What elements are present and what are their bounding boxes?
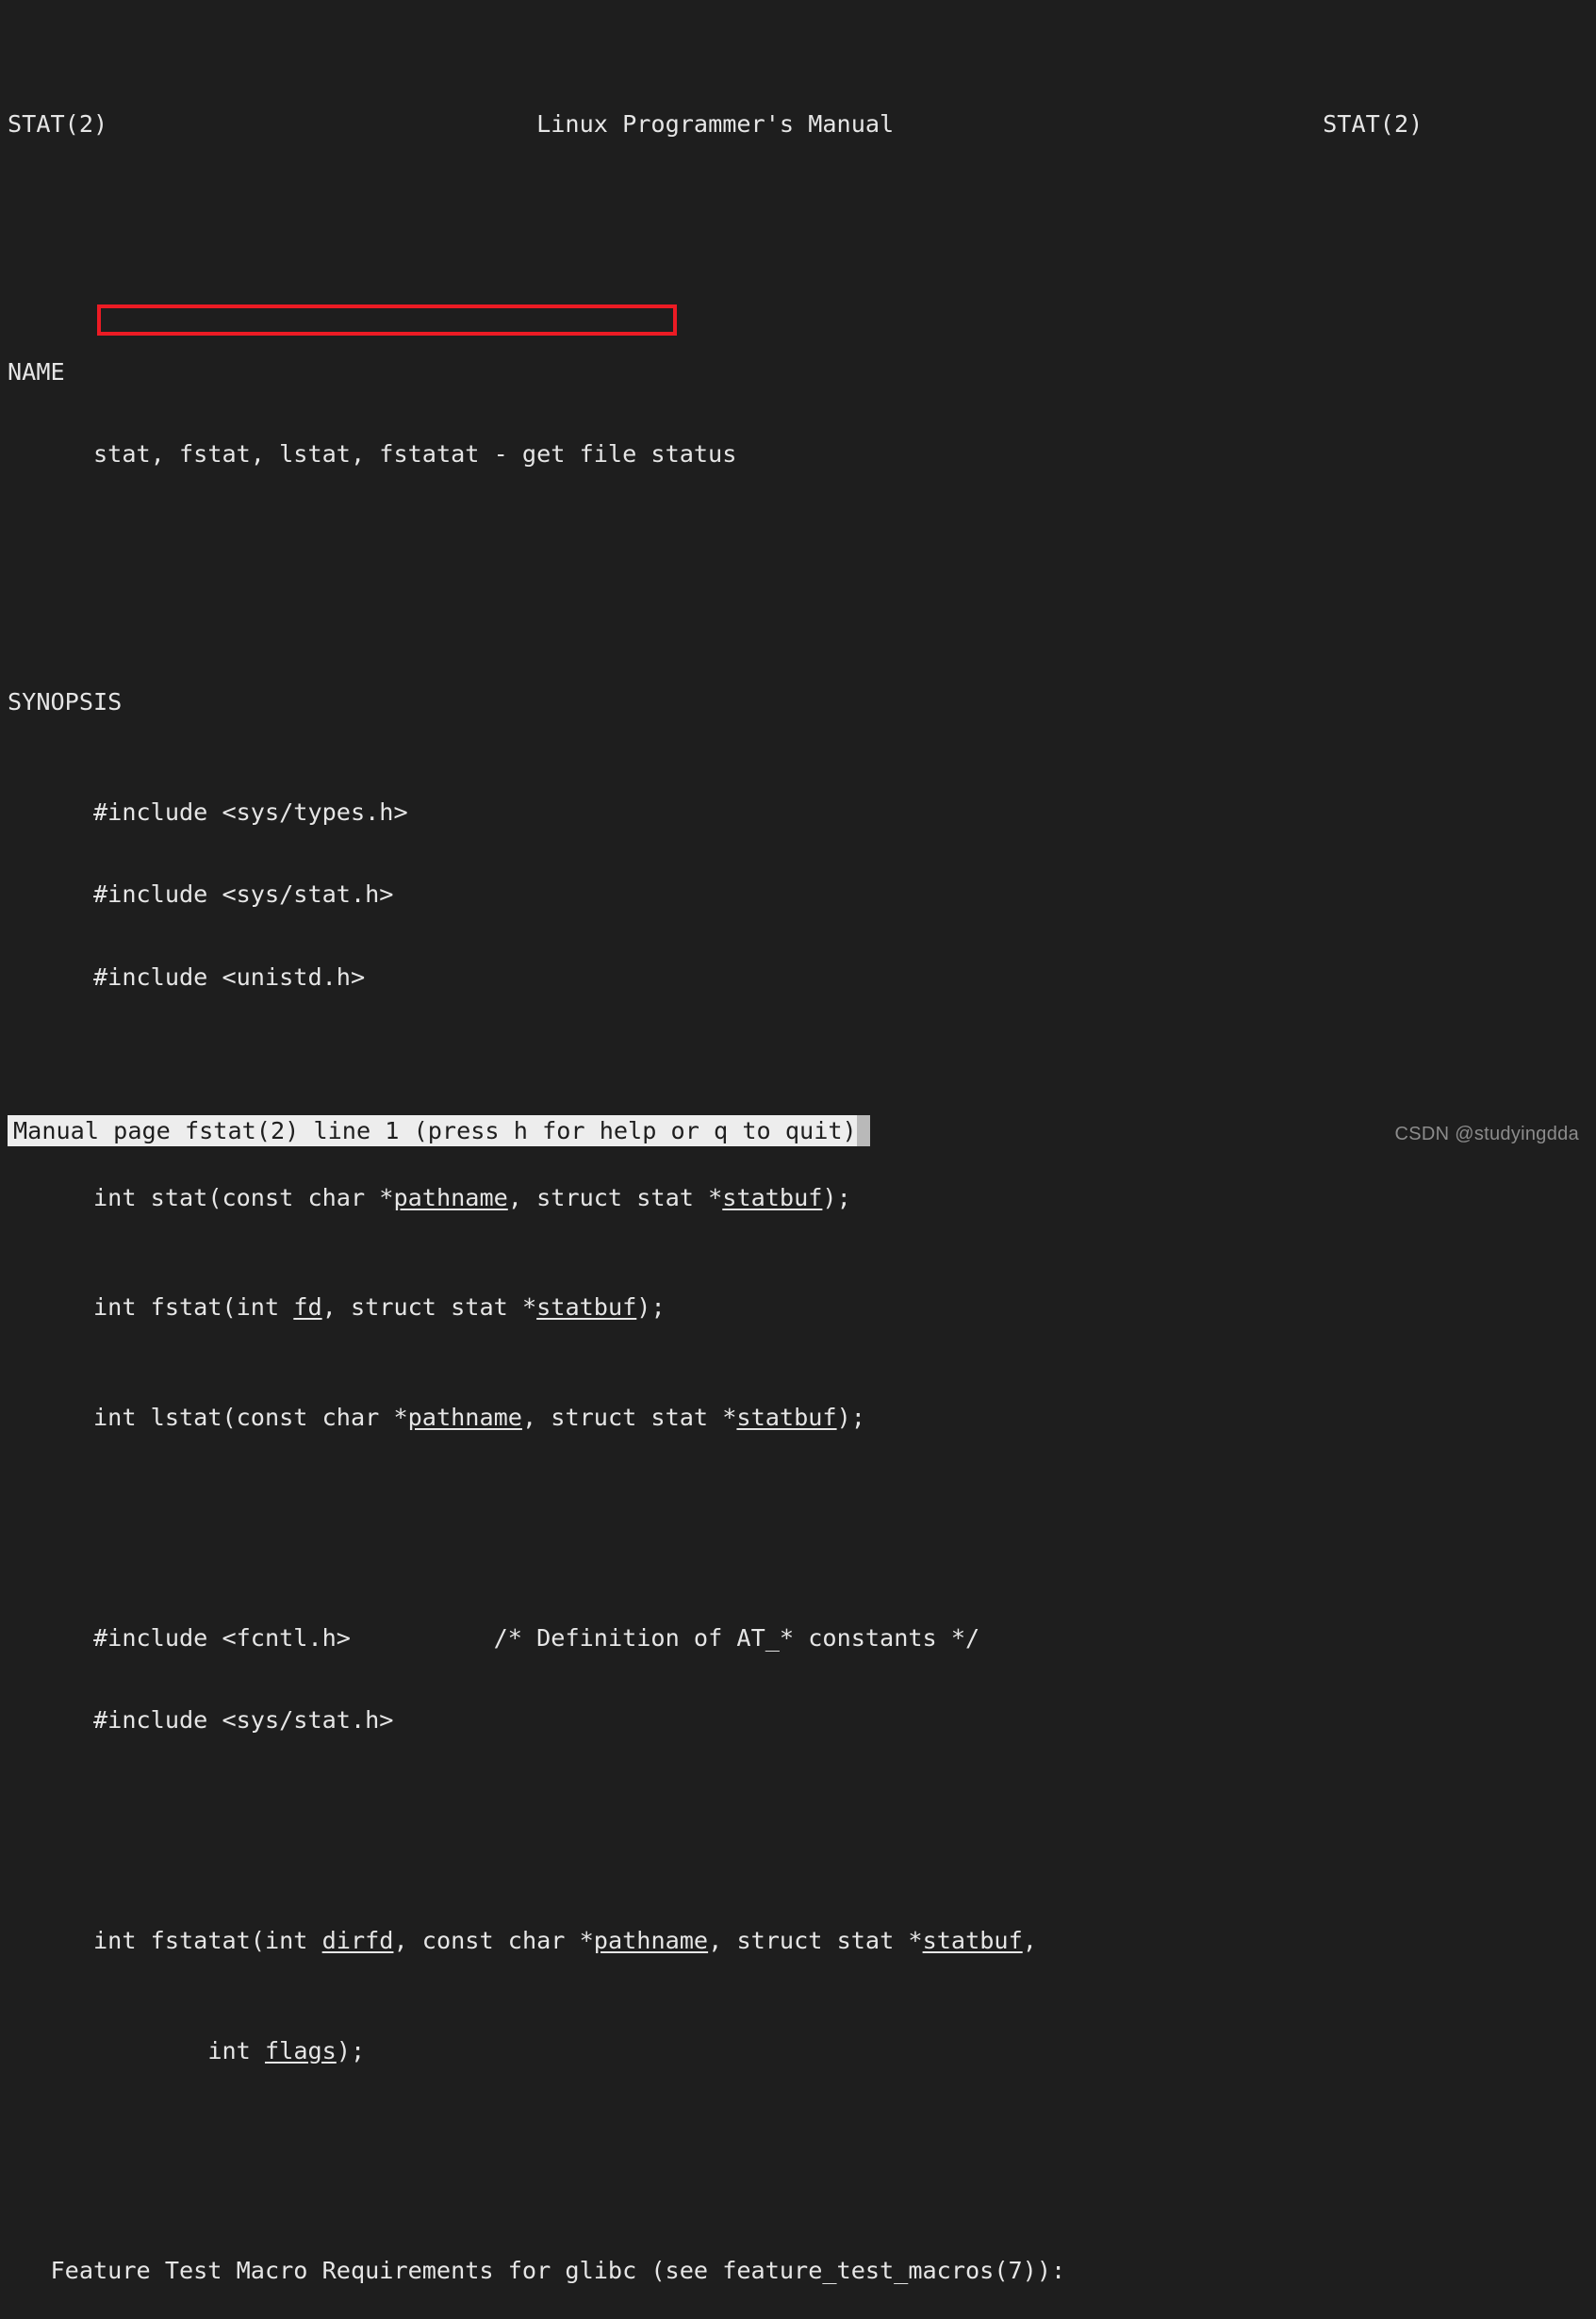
include-unistd: #include <unistd.h> (93, 962, 366, 991)
proto-stat-pre: int stat(const char * (93, 1183, 394, 1211)
proto-fstat-arg-statbuf: statbuf (536, 1293, 637, 1322)
proto-fstatat-post1: , (1022, 1926, 1037, 1954)
section-heading-synopsis: SYNOPSIS (8, 688, 123, 715)
section-heading-name: NAME (8, 357, 65, 386)
name-body: stat, fstat, lstat, fstatat - get file s… (0, 440, 1596, 468)
proto-lstat: int lstat(const char *pathname, struct s… (0, 1404, 1596, 1431)
feature-test-macro-heading-text: Feature Test Macro Requirements for glib… (50, 2257, 1066, 2285)
proto-fstatat-arg-pathname: pathname (593, 1926, 709, 1954)
synopsis-include-fcntl-row: #include <fcntl.h> /* Definition of AT_*… (0, 1624, 1596, 1652)
man-header-left: STAT(2) (8, 109, 108, 138)
synopsis-include-types: #include <sys/types.h> (0, 798, 1596, 826)
pager-status-text: Manual page fstat(2) line 1 (press h for… (13, 1117, 857, 1144)
proto-fstat-mid: , struct stat * (321, 1293, 537, 1322)
proto-stat-mid: , struct stat * (507, 1183, 723, 1211)
man-header-spacer-1 (107, 110, 536, 138)
feature-test-macro-heading: Feature Test Macro Requirements for glib… (0, 2257, 1596, 2284)
terminal-cursor (856, 1115, 870, 1146)
proto-fstatat-mid2: , struct stat * (708, 1926, 923, 1954)
proto-stat-arg-pathname: pathname (393, 1183, 508, 1211)
proto-lstat-pre: int lstat(const char * (93, 1404, 408, 1432)
synopsis-include-sysstat-row: #include <sys/stat.h> (0, 1706, 1596, 1734)
proto-fstat-post: ); (636, 1293, 666, 1322)
proto-fstatat-pre: int fstatat(int (93, 1926, 322, 1954)
proto-lstat-post: ); (836, 1404, 865, 1432)
man-header-center: Linux Programmer's Manual (536, 109, 895, 138)
proto-fstatat-mid1: , const char * (393, 1926, 594, 1954)
include-sys-types: #include <sys/types.h> (93, 798, 408, 826)
proto-fstatat-line2-pre: int (207, 2036, 265, 2064)
proto-fstat: int fstat(int fd, struct stat *statbuf); (0, 1293, 1596, 1321)
include-fcntl-comment: /* Definition of AT_* constants */ (493, 1623, 980, 1652)
proto-stat-post: ); (822, 1183, 851, 1211)
proto-fstatat-line1: int fstatat(int dirfd, const char *pathn… (0, 1927, 1596, 1954)
proto-fstatat-arg-statbuf: statbuf (922, 1926, 1023, 1954)
proto-fstat-arg-fd: fd (293, 1293, 322, 1322)
synopsis-include-unistd: #include <unistd.h> (0, 963, 1596, 991)
proto-fstatat-arg-flags: flags (264, 2036, 337, 2064)
include-sys-stat: #include <sys/stat.h> (93, 880, 394, 909)
include-fcntl-gap (351, 1624, 494, 1652)
man-header-spacer-2 (894, 110, 1323, 138)
csdn-watermark: CSDN @studyingdda (1394, 1124, 1579, 1144)
proto-fstatat-line2: int flags); (0, 2037, 1596, 2064)
proto-stat-arg-statbuf: statbuf (722, 1183, 823, 1211)
man-header-row: STAT(2) Linux Programmer's Manual STAT(2… (0, 110, 1596, 138)
proto-stat: int stat(const char *pathname, struct st… (0, 1184, 1596, 1211)
proto-fstatat-post2: ); (336, 2036, 366, 2064)
proto-lstat-arg-pathname: pathname (407, 1404, 522, 1432)
terminal-screen[interactable]: STAT(2) Linux Programmer's Manual STAT(2… (0, 0, 1596, 2284)
proto-lstat-mid: , struct stat * (521, 1404, 737, 1432)
include-fcntl: #include <fcntl.h> (93, 1623, 351, 1652)
proto-lstat-arg-statbuf: statbuf (736, 1404, 837, 1432)
proto-fstat-pre: int fstat(int (93, 1293, 294, 1322)
pager-status-bar[interactable]: Manual page fstat(2) line 1 (press h for… (8, 1115, 870, 1146)
synopsis-include-stat: #include <sys/stat.h> (0, 880, 1596, 908)
proto-fstatat-arg-dirfd: dirfd (321, 1926, 394, 1954)
name-body-text: stat, fstat, lstat, fstatat - get file s… (93, 440, 737, 469)
man-header-right: STAT(2) (1323, 109, 1423, 138)
include-sys-stat-2: #include <sys/stat.h> (93, 1706, 394, 1735)
